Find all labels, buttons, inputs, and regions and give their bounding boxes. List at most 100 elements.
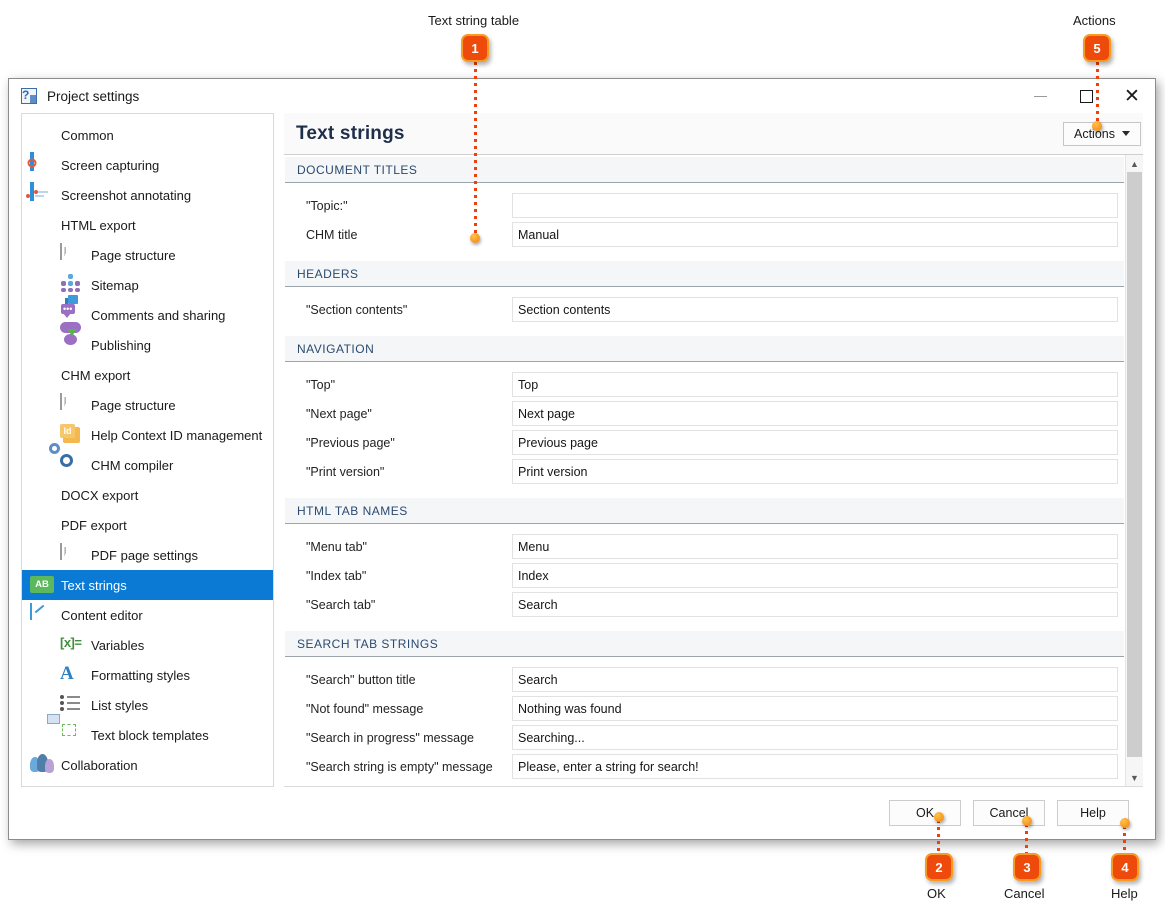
sidebar-item-pdf-export[interactable]: ⅎ PDF export: [22, 510, 273, 540]
callout-dot-3: [1022, 816, 1032, 826]
dialog-title: Project settings: [47, 88, 140, 104]
ab-text-icon: AB: [30, 574, 54, 596]
question-document-icon: ?: [30, 367, 36, 377]
search-button-title-input[interactable]: Search: [512, 667, 1118, 692]
sidebar-item-content-editor[interactable]: Content editor: [22, 600, 273, 630]
scrollbar-track[interactable]: [1126, 172, 1143, 769]
scroll-down-arrow-icon[interactable]: ▼: [1126, 769, 1143, 786]
section-rows: "Menu tab" Menu "Index tab" Index "Searc…: [284, 524, 1125, 631]
sidebar-item-chm-page-structure[interactable]: Page structure: [22, 390, 273, 420]
sidebar-item-publishing[interactable]: Publishing: [22, 322, 273, 360]
sidebar-item-label: Text block templates: [91, 727, 209, 743]
previous-page-input[interactable]: Previous page: [512, 430, 1118, 455]
callout-label-4: Help: [1111, 886, 1138, 901]
callout-badge-4: 4: [1111, 853, 1139, 881]
callout-label-1: Text string table: [428, 13, 520, 28]
section-header: NAVIGATION: [285, 336, 1124, 362]
close-button[interactable]: ✕: [1109, 80, 1155, 112]
form-row-label: "Search in progress" message: [306, 730, 474, 745]
topic-input[interactable]: [512, 193, 1118, 218]
section-title: SEARCH TAB STRINGS: [297, 636, 439, 651]
sidebar-item-html-export[interactable]: </> HTML export: [22, 210, 273, 240]
sidebar-item-label: HTML export: [61, 217, 136, 233]
sidebar-item-label: Page structure: [91, 397, 176, 413]
sidebar-item-docx-export[interactable]: W DOCX export: [22, 480, 273, 510]
sidebar-item-help-context-id-management[interactable]: Id Help Context ID management: [22, 420, 273, 450]
sidebar-item-chm-compiler[interactable]: CHM compiler: [22, 443, 273, 480]
sidebar-item-label: Comments and sharing: [91, 307, 226, 323]
sidebar-item-label: PDF page settings: [91, 547, 198, 563]
section-title: NAVIGATION: [297, 341, 375, 356]
sidebar-item-screenshot-annotating[interactable]: Screenshot annotating: [22, 180, 273, 210]
section-title: DOCUMENT TITLES: [297, 162, 418, 177]
sidebar-item-pdf-page-settings[interactable]: PDF page settings: [22, 540, 273, 570]
callout-badge-1: 1: [461, 34, 489, 62]
gear-icon: [30, 124, 52, 146]
callout-dot-2: [934, 812, 944, 822]
callout-label-3: Cancel: [1004, 886, 1045, 901]
search-in-progress-input[interactable]: Searching...: [512, 725, 1118, 750]
sidebar-item-label: Formatting styles: [91, 667, 190, 683]
content-scroll-region: DOCUMENT TITLES "Topic:" CHM title Manua…: [284, 155, 1143, 787]
actions-button[interactable]: Actions: [1063, 121, 1141, 146]
sidebar-item-sitemap[interactable]: Sitemap: [22, 270, 273, 300]
search-tab-input[interactable]: Search: [512, 592, 1118, 617]
page-structure-icon: [60, 543, 82, 566]
sidebar-item-label: Content editor: [61, 607, 143, 623]
sidebar-item-variables[interactable]: [x]= Variables: [22, 630, 273, 660]
callout-line-1: [474, 62, 477, 242]
form-row: "Section contents" Section contents: [284, 295, 1125, 324]
section-rows: "Top" Top "Next page" Next page "Previou…: [284, 362, 1125, 498]
form-row-label: "Top": [306, 377, 336, 392]
screen-capture-icon: [27, 152, 52, 176]
callout-badge-3: 3: [1013, 853, 1041, 881]
section-contents-input[interactable]: Section contents: [512, 297, 1118, 322]
sidebar-item-text-block-templates[interactable]: Text block templates: [22, 714, 273, 750]
top-input[interactable]: Top: [512, 372, 1118, 397]
minimize-button[interactable]: [1017, 80, 1063, 112]
sidebar-item-html-page-structure[interactable]: Page structure: [22, 240, 273, 270]
vertical-scrollbar[interactable]: ▲ ▼: [1125, 155, 1143, 786]
settings-sidebar[interactable]: Common Screen capturing Screenshot annot…: [21, 113, 274, 787]
html-document-icon: </>: [30, 217, 44, 227]
screenshot-annotate-icon: [26, 182, 52, 206]
menu-tab-input[interactable]: Menu: [512, 534, 1118, 559]
maximize-button[interactable]: [1063, 80, 1109, 112]
form-row-label: "Previous page": [306, 435, 395, 450]
sidebar-item-formatting-styles[interactable]: A Formatting styles: [22, 660, 273, 690]
project-settings-icon: ?: [21, 88, 37, 104]
sidebar-item-screen-capturing[interactable]: Screen capturing: [22, 150, 273, 180]
form-row-label: "Menu tab": [306, 539, 367, 554]
chm-title-input[interactable]: Manual: [512, 222, 1118, 247]
print-version-input[interactable]: Print version: [512, 459, 1118, 484]
form-row-label: "Search string is empty" message: [306, 759, 493, 774]
next-page-input[interactable]: Next page: [512, 401, 1118, 426]
callout-label-2: OK: [927, 886, 946, 901]
form-row-label: "Search tab": [306, 597, 376, 612]
sidebar-item-label: Common: [61, 127, 114, 143]
sidebar-item-collaboration[interactable]: Collaboration: [22, 750, 273, 780]
dialog-body: Common Screen capturing Screenshot annot…: [9, 113, 1155, 787]
form-row: "Search" button title Search: [284, 665, 1125, 694]
sitemap-icon: [60, 274, 82, 296]
not-found-message-input[interactable]: Nothing was found: [512, 696, 1118, 721]
sidebar-item-label: DOCX export: [61, 487, 139, 503]
search-string-empty-input[interactable]: Please, enter a string for search!: [512, 754, 1118, 779]
project-settings-dialog: ? Project settings ✕ Common Screen captu…: [8, 78, 1156, 840]
scrollbar-thumb[interactable]: [1127, 172, 1142, 757]
cancel-button[interactable]: Cancel: [973, 800, 1045, 826]
sidebar-item-chm-export[interactable]: ? CHM export: [22, 360, 273, 390]
sidebar-item-common[interactable]: Common: [22, 120, 273, 150]
help-button[interactable]: Help: [1057, 800, 1129, 826]
text-block-templates-icon: [47, 714, 82, 746]
form-row: "Previous page" Previous page: [284, 428, 1125, 457]
content-editor-icon: [30, 603, 52, 626]
form-row: "Search in progress" message Searching..…: [284, 723, 1125, 752]
ok-button[interactable]: OK: [889, 800, 961, 826]
dialog-footer: OK Cancel Help: [9, 787, 1155, 839]
scroll-up-arrow-icon[interactable]: ▲: [1126, 155, 1143, 172]
sidebar-item-text-strings[interactable]: AB Text strings: [22, 570, 273, 600]
sidebar-item-label: Publishing: [91, 337, 151, 353]
form-row-label: "Topic:": [306, 198, 348, 213]
index-tab-input[interactable]: Index: [512, 563, 1118, 588]
